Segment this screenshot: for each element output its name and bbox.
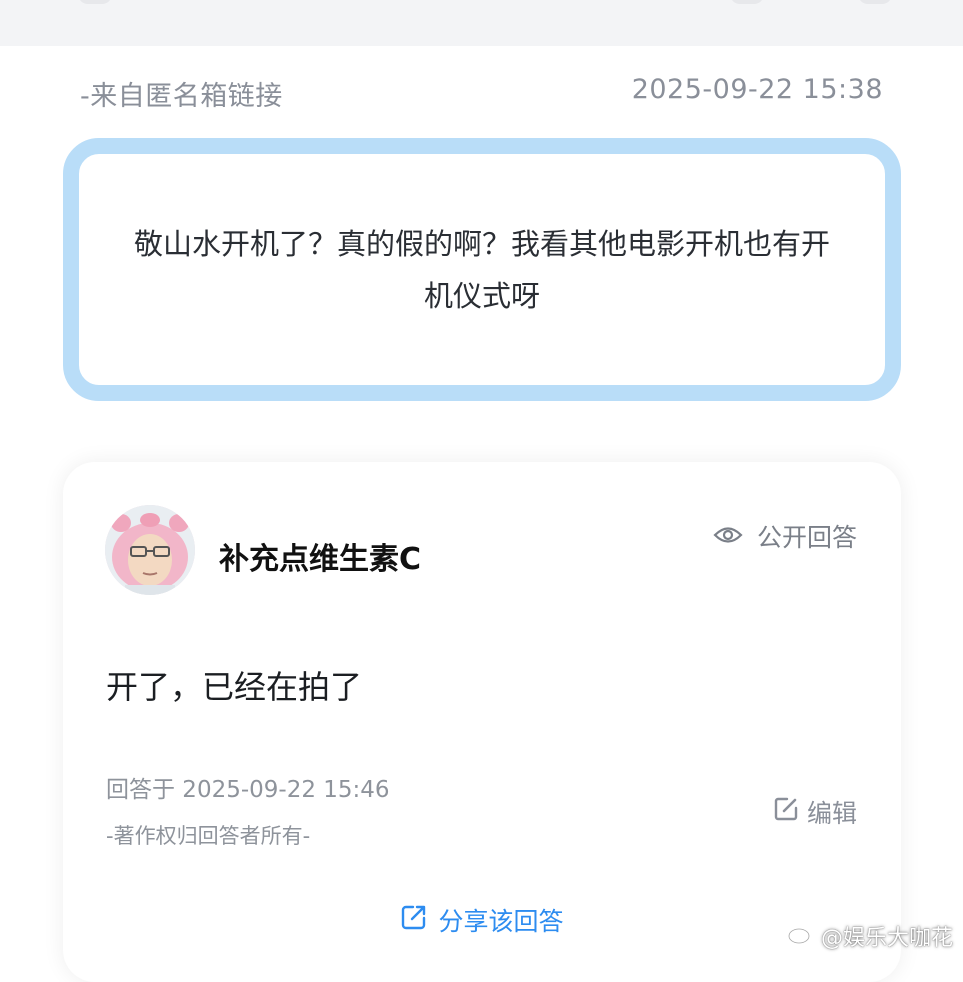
- question-card: 敬山水开机了？真的假的啊？我看其他电影开机也有开机仪式呀: [63, 138, 901, 401]
- answer-text: 开了，已经在拍了: [106, 668, 363, 706]
- edit-icon: [773, 796, 799, 828]
- weibo-logo-icon: [787, 921, 817, 951]
- visibility-label: 公开回答: [756, 523, 857, 552]
- edit-button[interactable]: 编辑: [773, 794, 857, 830]
- answered-at: 回答于 2025-09-22 15:46: [106, 777, 390, 803]
- copyright-notice: -著作权归回答者所有-: [106, 824, 311, 848]
- watermark: @娱乐大咖花: [787, 920, 953, 952]
- edit-label: 编辑: [806, 799, 857, 828]
- top-nub-right: [858, 0, 892, 4]
- share-icon: [400, 903, 428, 937]
- top-nub-left: [78, 0, 112, 4]
- visibility-indicator: 公开回答: [713, 518, 857, 554]
- eye-icon: [713, 522, 743, 551]
- share-label: 分享该回答: [438, 907, 564, 936]
- question-text: 敬山水开机了？真的假的啊？我看其他电影开机也有开机仪式呀: [133, 226, 830, 313]
- top-strip: [0, 0, 963, 46]
- answer-username[interactable]: 补充点维生素C: [219, 534, 421, 578]
- watermark-text: @娱乐大咖花: [820, 926, 953, 951]
- question-timestamp: 2025-09-22 15:38: [631, 74, 883, 105]
- question-source: -来自匿名箱链接: [80, 81, 283, 112]
- share-answer-button[interactable]: 分享该回答: [63, 902, 901, 938]
- top-nub-mid: [730, 0, 764, 4]
- answer-card: 补充点维生素C 公开回答 开了，已经在拍了 回答于 2025-09-22 15:…: [63, 462, 901, 982]
- avatar-image: [105, 505, 195, 595]
- avatar[interactable]: [105, 505, 195, 595]
